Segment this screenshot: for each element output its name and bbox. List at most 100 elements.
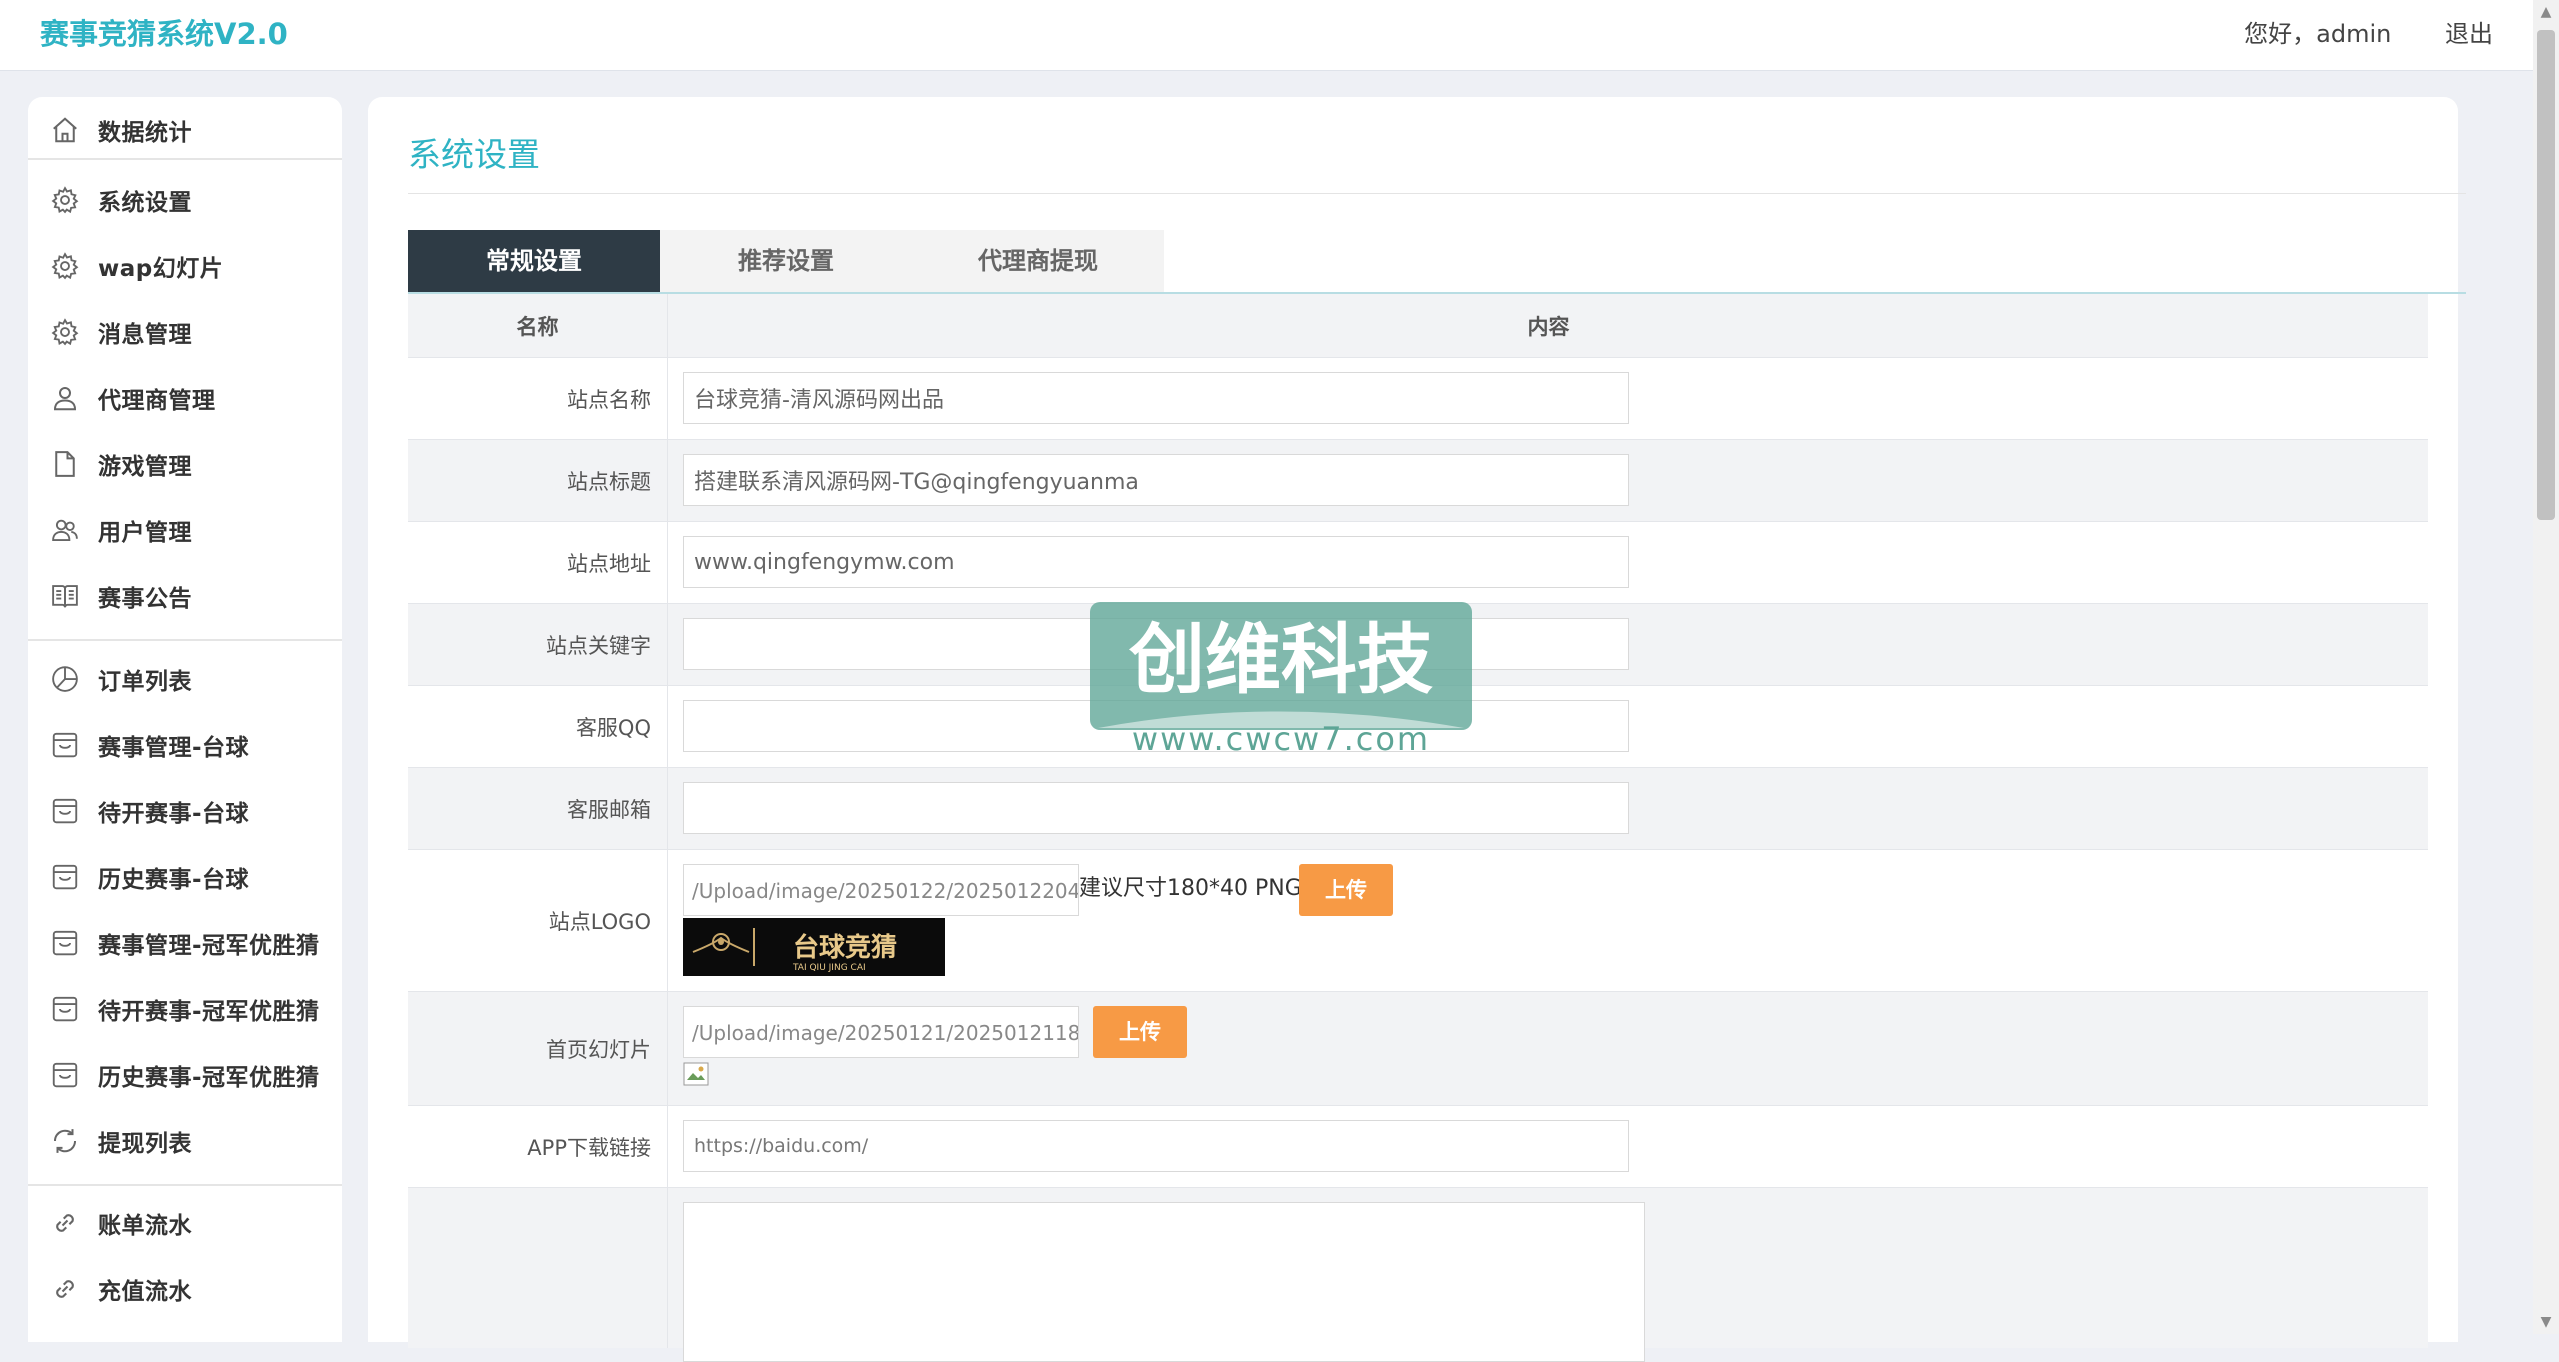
table-row: 首页幻灯片 /Upload/image/20250121/20250121185… <box>408 992 2428 1106</box>
scroll-down-arrow-icon[interactable]: ▼ <box>2533 1310 2559 1334</box>
sidebar-item-messages[interactable]: 消息管理 <box>28 299 342 365</box>
app-link-input[interactable] <box>683 1120 1629 1172</box>
user-area: 您好，admin 退出 <box>2198 16 2493 52</box>
sidebar-item-history-billiards[interactable]: 历史赛事-台球 <box>28 844 342 910</box>
sidebar-item-withdrawals[interactable]: 提现列表 <box>28 1108 342 1174</box>
site-title-input[interactable] <box>683 454 1629 506</box>
box-icon <box>48 992 82 1026</box>
file-icon <box>48 447 82 481</box>
sidebar-item-bill-flow[interactable]: 账单流水 <box>28 1190 342 1256</box>
service-qq-label: 客服QQ <box>408 686 668 767</box>
service-email-label: 客服邮箱 <box>408 768 668 849</box>
table-row: 站点地址 <box>408 522 2428 604</box>
gear-icon <box>48 315 82 349</box>
page-title: 系统设置 <box>408 135 540 174</box>
page-scrollbar[interactable]: ▲ ▼ <box>2533 0 2559 1334</box>
table-row: 客服邮箱 <box>408 768 2428 850</box>
divider <box>28 639 342 641</box>
link-icon <box>48 1206 82 1240</box>
sidebar-item-agents[interactable]: 代理商管理 <box>28 365 342 431</box>
table-row: 站点名称 <box>408 358 2428 440</box>
sidebar-item-users[interactable]: 用户管理 <box>28 497 342 563</box>
table-row: 站点标题 <box>408 440 2428 522</box>
book-icon <box>48 579 82 613</box>
sidebar-item-label: 用户管理 <box>98 520 192 546</box>
site-keywords-label: 站点关键字 <box>408 604 668 685</box>
sidebar-item-label: 数据统计 <box>98 120 192 146</box>
top-bar: 赛事竞猜系统V2.0 您好，admin 退出 <box>0 0 2533 71</box>
sidebar-item-history-champion[interactable]: 历史赛事-冠军优胜猜 <box>28 1042 342 1108</box>
sidebar-item-upcoming-champion[interactable]: 待开赛事-冠军优胜猜 <box>28 976 342 1042</box>
sidebar-item-label: 赛事公告 <box>98 586 192 612</box>
pie-chart-icon <box>48 662 82 696</box>
table-row <box>408 1188 2428 1362</box>
tab-general-settings[interactable]: 常规设置 <box>408 230 660 292</box>
sidebar-item-label: 消息管理 <box>98 322 192 348</box>
logout-link[interactable]: 退出 <box>2445 20 2493 48</box>
sidebar-item-recharge-flow[interactable]: 充值流水 <box>28 1256 342 1322</box>
settings-table: 名称 内容 站点名称 站点标题 站点地址 站点关键字 <box>408 294 2428 1362</box>
users-icon <box>48 513 82 547</box>
logo-preview-subtext: TAI QIU JING CAI <box>792 963 866 973</box>
sidebar-item-games[interactable]: 游戏管理 <box>28 431 342 497</box>
watermark-url: www.cwcw7.com <box>1132 720 1430 758</box>
sidebar-item-label: 历史赛事-冠军优胜猜 <box>98 1065 320 1091</box>
sidebar-item-match-mgmt-billiards[interactable]: 赛事管理-台球 <box>28 712 342 778</box>
box-icon <box>48 860 82 894</box>
sidebar-item-label: 待开赛事-台球 <box>98 801 250 827</box>
watermark-title: 创维科技 <box>1129 615 1433 704</box>
sidebar-item-match-mgmt-champion[interactable]: 赛事管理-冠军优胜猜 <box>28 910 342 976</box>
sidebar: 数据统计 系统设置 wap幻灯片 消息管理 代理商管理 游戏管理 用户管理 赛事… <box>28 97 342 1342</box>
tab-agent-withdraw[interactable]: 代理商提现 <box>912 230 1164 292</box>
divider <box>408 193 2466 194</box>
tab-referral-settings[interactable]: 推荐设置 <box>660 230 912 292</box>
logo-path-input[interactable]: /Upload/image/20250122/20250122043 <box>683 864 1079 916</box>
scroll-thumb[interactable] <box>2537 30 2555 520</box>
logo-preview-text: 台球竞猜 <box>793 932 897 963</box>
box-icon <box>48 926 82 960</box>
site-name-label: 站点名称 <box>408 358 668 439</box>
divider <box>28 158 342 160</box>
slide-upload-button[interactable]: 上传 <box>1093 1006 1187 1058</box>
refresh-icon <box>48 1124 82 1158</box>
sidebar-item-label: 提现列表 <box>98 1131 192 1157</box>
site-url-label: 站点地址 <box>408 522 668 603</box>
sidebar-item-orders[interactable]: 订单列表 <box>28 646 342 712</box>
sidebar-item-upcoming-billiards[interactable]: 待开赛事-台球 <box>28 778 342 844</box>
home-slide-label: 首页幻灯片 <box>408 992 668 1105</box>
logo-upload-button[interactable]: 上传 <box>1299 864 1393 916</box>
sidebar-item-label: 账单流水 <box>98 1213 192 1239</box>
sidebar-item-label: 赛事管理-台球 <box>98 735 250 761</box>
service-email-input[interactable] <box>683 782 1629 834</box>
column-header-name: 名称 <box>408 294 668 357</box>
sidebar-item-wap-slides[interactable]: wap幻灯片 <box>28 233 342 299</box>
box-icon <box>48 794 82 828</box>
sidebar-item-stats[interactable]: 数据统计 <box>28 97 342 163</box>
table-row: APP下载链接 <box>408 1106 2428 1188</box>
sidebar-item-label: wap幻灯片 <box>98 256 224 282</box>
scroll-up-arrow-icon[interactable]: ▲ <box>2533 0 2559 24</box>
site-title-label: 站点标题 <box>408 440 668 521</box>
sidebar-item-label: 历史赛事-台球 <box>98 867 250 893</box>
app-brand[interactable]: 赛事竞猜系统V2.0 <box>40 14 288 54</box>
site-logo-label: 站点LOGO <box>408 850 668 991</box>
sidebar-item-label: 系统设置 <box>98 190 192 216</box>
app-link-label: APP下载链接 <box>408 1106 668 1187</box>
gear-icon <box>48 249 82 283</box>
table-row: 站点LOGO /Upload/image/20250122/2025012204… <box>408 850 2428 992</box>
site-url-input[interactable] <box>683 536 1629 588</box>
sidebar-item-system-settings[interactable]: 系统设置 <box>28 167 342 233</box>
sidebar-item-label: 充值流水 <box>98 1279 192 1305</box>
gear-icon <box>48 183 82 217</box>
box-icon <box>48 728 82 762</box>
slide-path-input[interactable]: /Upload/image/20250121/20250121185 <box>683 1006 1079 1058</box>
home-icon <box>48 113 82 147</box>
site-name-input[interactable] <box>683 372 1629 424</box>
box-icon <box>48 1058 82 1092</box>
logo-preview-image: 台球竞猜 TAI QIU JING CAI <box>683 918 945 976</box>
divider <box>28 1184 342 1186</box>
sidebar-item-announcements[interactable]: 赛事公告 <box>28 563 342 629</box>
sidebar-item-label: 赛事管理-冠军优胜猜 <box>98 933 320 959</box>
description-textarea[interactable] <box>683 1202 1645 1362</box>
user-icon <box>48 381 82 415</box>
